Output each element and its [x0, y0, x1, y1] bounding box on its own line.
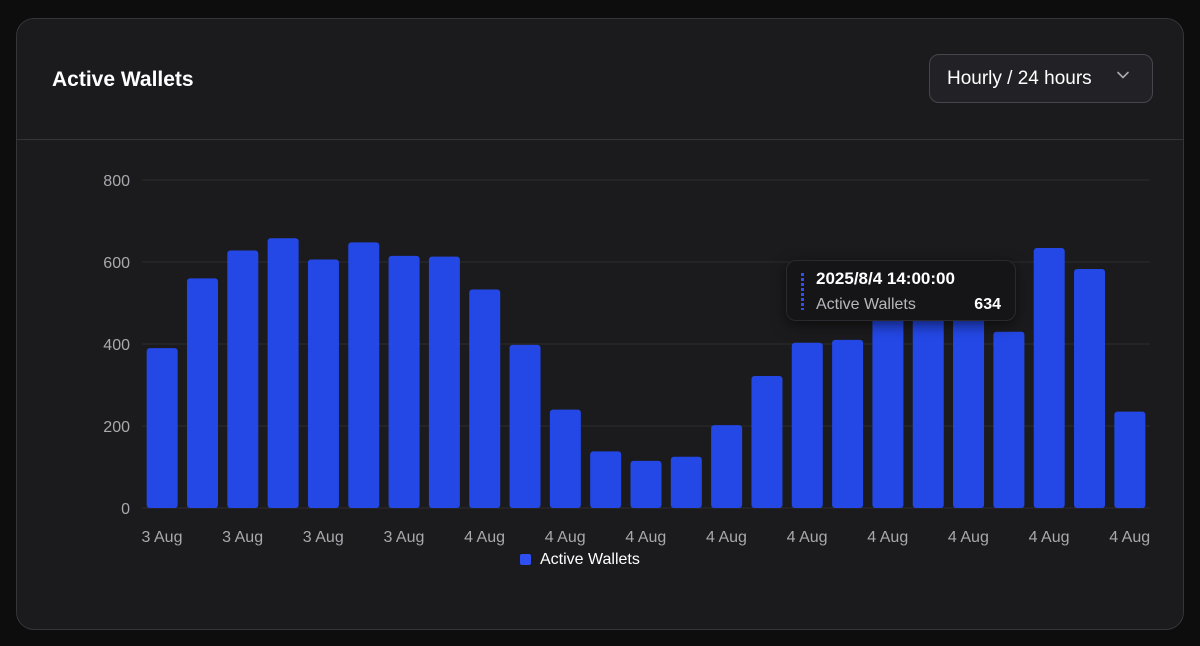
y-tick-label: 400 [103, 337, 130, 354]
bar[interactable] [509, 344, 541, 508]
chart-tooltip: 2025/8/4 14:00:00 Active Wallets 634 [786, 260, 1016, 321]
x-tick-label: 4 Aug [1029, 529, 1070, 546]
y-tick-label: 0 [121, 501, 130, 518]
x-tick-label: 4 Aug [464, 529, 505, 546]
x-tick-label: 4 Aug [867, 529, 908, 546]
x-tick-label: 4 Aug [625, 529, 666, 546]
bar[interactable] [630, 460, 662, 508]
bar[interactable] [590, 451, 622, 508]
y-tick-label: 200 [103, 419, 130, 436]
bar[interactable] [832, 339, 864, 508]
tooltip-value: 634 [974, 296, 1001, 313]
x-tick-label: 4 Aug [948, 529, 989, 546]
x-tick-label: 4 Aug [1109, 529, 1150, 546]
tooltip-series-marker [801, 273, 804, 310]
x-tick-label: 3 Aug [303, 529, 344, 546]
bar[interactable] [469, 289, 501, 508]
bar[interactable] [711, 425, 743, 508]
bar[interactable] [186, 278, 218, 508]
bar[interactable] [549, 409, 581, 508]
x-tick-label: 3 Aug [383, 529, 424, 546]
bar[interactable] [912, 303, 944, 508]
bar[interactable] [751, 375, 783, 508]
bar[interactable] [267, 238, 299, 508]
bar[interactable] [428, 256, 460, 508]
bar[interactable] [348, 242, 380, 508]
x-tick-label: 4 Aug [706, 529, 747, 546]
legend-label: Active Wallets [540, 551, 640, 568]
tooltip-time: 2025/8/4 14:00:00 [816, 269, 955, 288]
bar[interactable] [993, 331, 1025, 508]
bar[interactable] [388, 255, 420, 508]
bar[interactable] [791, 342, 823, 508]
x-tick-label: 4 Aug [787, 529, 828, 546]
bar[interactable] [227, 250, 259, 508]
y-tick-label: 600 [103, 255, 130, 272]
x-tick-label: 3 Aug [222, 529, 263, 546]
bar[interactable] [670, 456, 702, 508]
x-tick-label: 3 Aug [142, 529, 183, 546]
legend-swatch [520, 554, 531, 565]
bar[interactable] [307, 259, 339, 508]
bar[interactable] [1114, 411, 1146, 508]
bar[interactable] [1033, 248, 1065, 508]
tooltip-series-name: Active Wallets [816, 296, 916, 313]
bar[interactable] [1074, 268, 1106, 508]
y-tick-label: 800 [103, 173, 130, 190]
x-tick-label: 4 Aug [545, 529, 586, 546]
bar[interactable] [146, 348, 178, 508]
